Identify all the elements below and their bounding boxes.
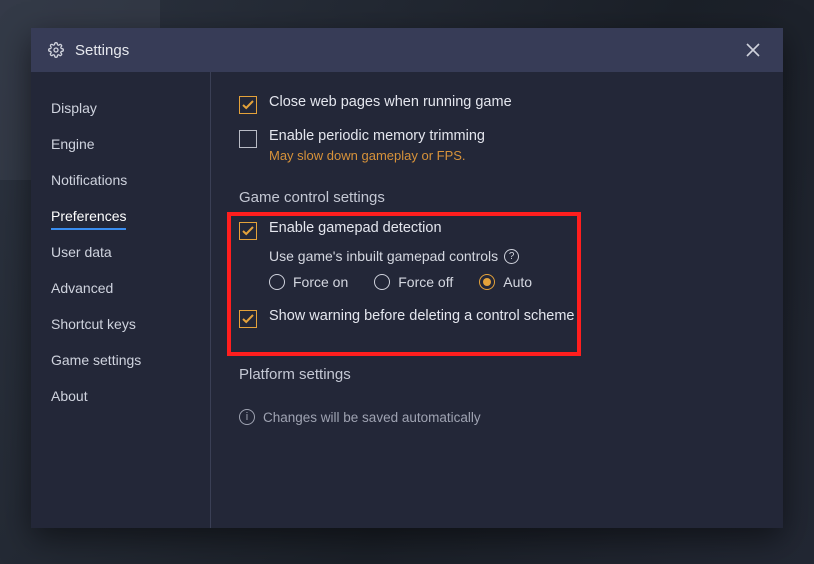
sidebar-item-display[interactable]: Display xyxy=(31,90,210,126)
sidebar-item-about[interactable]: About xyxy=(31,378,210,414)
radio-label: Force on xyxy=(293,274,348,290)
sidebar-item-label: Display xyxy=(51,100,97,116)
sidebar-item-label: User data xyxy=(51,244,112,260)
sidebar-item-label: Advanced xyxy=(51,280,113,296)
sidebar-item-notifications[interactable]: Notifications xyxy=(31,162,210,198)
gear-icon xyxy=(47,41,65,59)
sidebar-item-label: Shortcut keys xyxy=(51,316,136,332)
settings-dialog: Settings Display Engine Notifications Pr… xyxy=(31,28,783,528)
radio-label: Force off xyxy=(398,274,453,290)
sidebar-item-game-settings[interactable]: Game settings xyxy=(31,342,210,378)
window-title: Settings xyxy=(75,42,129,59)
sidebar-item-label: Notifications xyxy=(51,172,127,188)
sidebar-item-user-data[interactable]: User data xyxy=(31,234,210,270)
radio-circle-icon xyxy=(479,274,495,290)
radio-force-on[interactable]: Force on xyxy=(269,274,348,290)
checkbox-label: Show warning before deleting a control s… xyxy=(269,308,574,324)
radio-label: Auto xyxy=(503,274,532,290)
sidebar-item-preferences[interactable]: Preferences xyxy=(31,198,210,234)
sidebar: Display Engine Notifications Preferences… xyxy=(31,72,211,528)
radio-circle-icon xyxy=(374,274,390,290)
checkbox-mem-trim[interactable] xyxy=(239,130,257,148)
section-title-platform: Platform settings xyxy=(239,366,755,383)
sub-label: Use game's inbuilt gamepad controls xyxy=(269,248,498,264)
radio-force-off[interactable]: Force off xyxy=(374,274,453,290)
info-icon: i xyxy=(239,409,255,425)
help-icon[interactable]: ? xyxy=(504,249,519,264)
radio-circle-icon xyxy=(269,274,285,290)
footer-text: Changes will be saved automatically xyxy=(263,410,481,425)
sidebar-item-engine[interactable]: Engine xyxy=(31,126,210,162)
sidebar-item-shortcut-keys[interactable]: Shortcut keys xyxy=(31,306,210,342)
settings-content: Close web pages when running game Enable… xyxy=(211,72,783,528)
radio-auto[interactable]: Auto xyxy=(479,274,532,290)
sidebar-item-label: Engine xyxy=(51,136,95,152)
checkbox-delete-warn[interactable] xyxy=(239,310,257,328)
section-title-game-controls: Game control settings xyxy=(239,189,755,206)
sidebar-item-label: Preferences xyxy=(51,208,126,230)
sidebar-item-label: About xyxy=(51,388,88,404)
sidebar-item-advanced[interactable]: Advanced xyxy=(31,270,210,306)
checkbox-gamepad-detect[interactable] xyxy=(239,222,257,240)
sidebar-item-label: Game settings xyxy=(51,352,141,368)
checkbox-label: Enable periodic memory trimming xyxy=(269,128,485,144)
checkbox-close-web[interactable] xyxy=(239,96,257,114)
titlebar: Settings xyxy=(31,28,783,72)
close-button[interactable] xyxy=(739,36,767,64)
hint-text: May slow down gameplay or FPS. xyxy=(269,148,485,163)
checkbox-label: Close web pages when running game xyxy=(269,94,512,110)
checkbox-label: Enable gamepad detection xyxy=(269,220,442,236)
